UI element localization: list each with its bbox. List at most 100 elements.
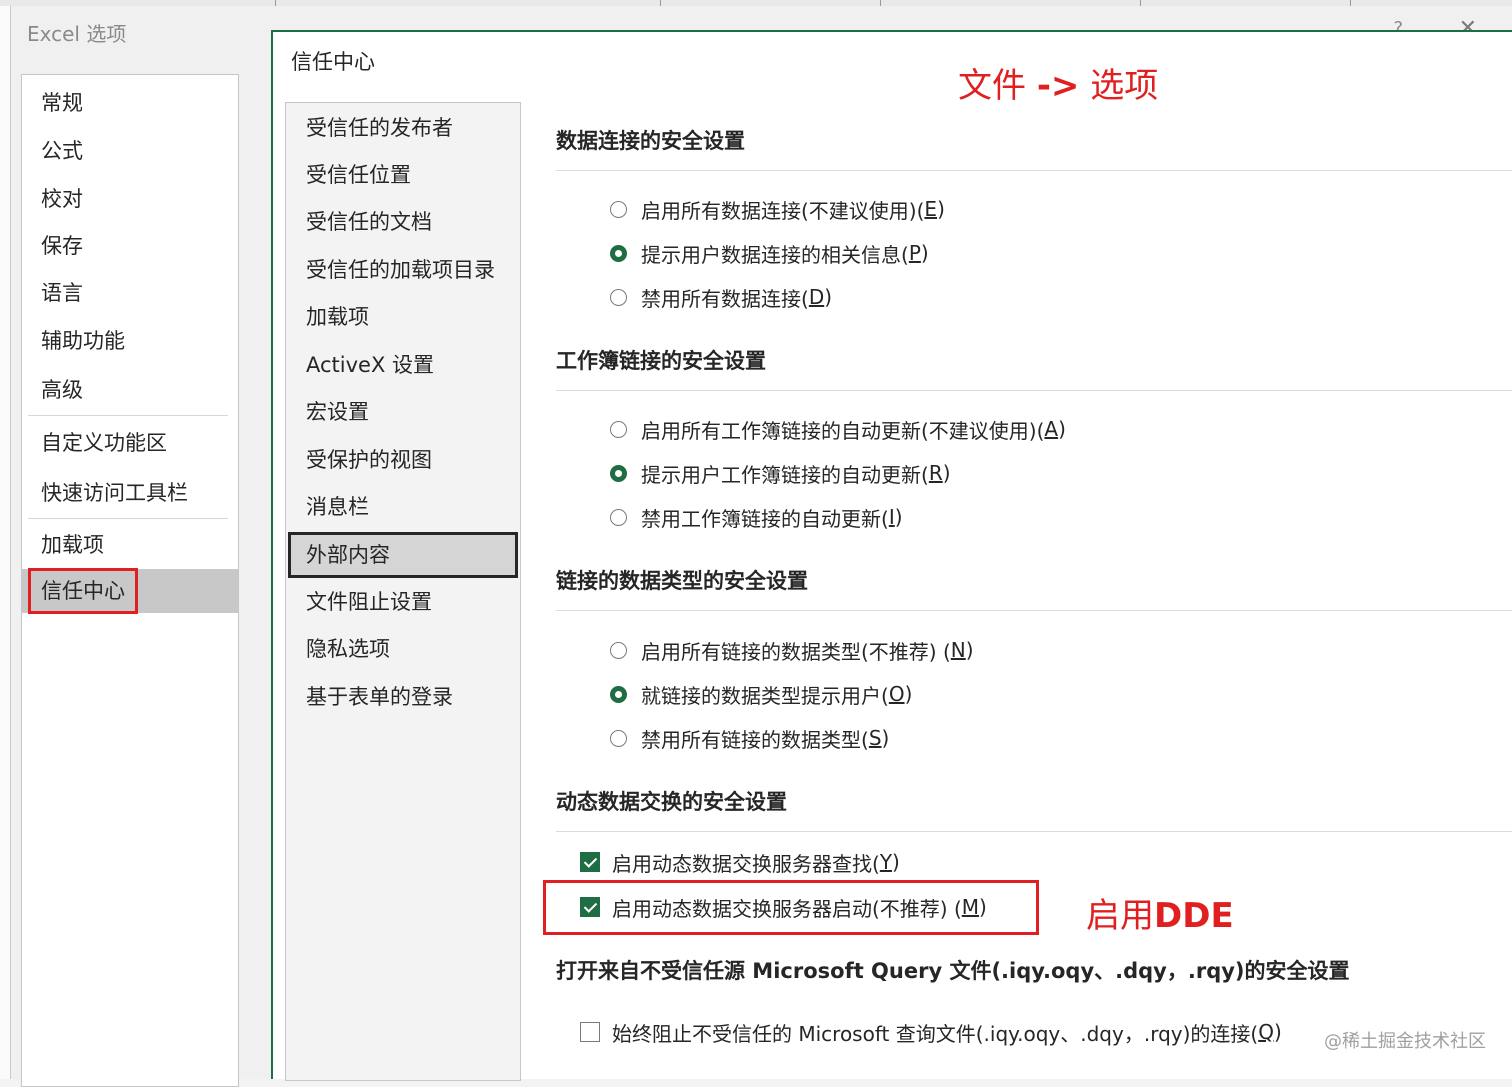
radio-icon bbox=[610, 641, 627, 659]
radio-disable-data-connections[interactable]: 禁用所有数据连接(D) bbox=[610, 282, 832, 312]
tc-item-file-block-settings[interactable]: 文件阻止设置 bbox=[286, 579, 520, 625]
radio-selected-icon bbox=[610, 244, 627, 262]
radio-disable-linked-data-types[interactable]: 禁用所有链接的数据类型(S) bbox=[610, 723, 889, 753]
section-divider bbox=[556, 170, 1512, 171]
tc-item-activex-settings[interactable]: ActiveX 设置 bbox=[286, 342, 520, 388]
option-accesskey: A bbox=[1044, 417, 1059, 441]
radio-enable-all-data-connections[interactable]: 启用所有数据连接(不建议使用)(E) bbox=[610, 194, 945, 224]
radio-enable-workbook-link-updates[interactable]: 启用所有工作簿链接的自动更新(不建议使用)(A) bbox=[610, 414, 1066, 444]
section-title-linked-data-types: 链接的数据类型的安全设置 bbox=[556, 569, 808, 593]
radio-selected-icon bbox=[610, 464, 627, 482]
section-divider bbox=[556, 390, 1512, 391]
tc-item-trusted-addin-catalogs[interactable]: 受信任的加载项目录 bbox=[286, 247, 520, 293]
annotation-file-options: 文件 -> 选项 bbox=[958, 58, 1158, 107]
options-nav: 常规 公式 校对 保存 语言 辅助功能 高级 自定义功能区 快速访问工具栏 加载… bbox=[21, 74, 239, 1087]
tc-item-trusted-locations[interactable]: 受信任位置 bbox=[286, 152, 520, 198]
option-label: 就链接的数据类型提示用户( bbox=[641, 683, 889, 708]
section-divider bbox=[556, 831, 1512, 832]
radio-icon bbox=[610, 508, 627, 526]
option-label-end: ) bbox=[881, 726, 890, 750]
section-title-ms-query: 打开来自不受信任源 Microsoft Query 文件(.iqy.oqy、.d… bbox=[556, 959, 1350, 983]
checkbox-enable-dde-lookup[interactable]: 启用动态数据交换服务器查找(Y) bbox=[580, 847, 900, 877]
nav-item-advanced[interactable]: 高级 bbox=[22, 368, 238, 412]
nav-item-accessibility[interactable]: 辅助功能 bbox=[22, 319, 238, 363]
radio-enable-linked-data-types[interactable]: 启用所有链接的数据类型(不推荐) (N) bbox=[610, 635, 974, 665]
nav-item-quick-access-toolbar[interactable]: 快速访问工具栏 bbox=[22, 471, 238, 515]
checkbox-icon bbox=[580, 1022, 600, 1042]
nav-item-general[interactable]: 常规 bbox=[22, 81, 238, 125]
section-divider bbox=[556, 610, 1512, 611]
tc-item-privacy-options[interactable]: 隐私选项 bbox=[286, 626, 520, 672]
radio-icon bbox=[610, 200, 627, 218]
tc-item-protected-view[interactable]: 受保护的视图 bbox=[286, 437, 520, 483]
window-title: Excel 选项 bbox=[27, 22, 127, 46]
radio-icon bbox=[610, 288, 627, 306]
option-label-end: ) bbox=[965, 638, 974, 662]
annotation-text: 选项 bbox=[1079, 66, 1159, 106]
option-label-end: ) bbox=[937, 197, 945, 221]
option-label-end: ) bbox=[920, 241, 929, 265]
nav-separator bbox=[28, 415, 228, 416]
checkbox-checked-icon bbox=[580, 852, 600, 872]
option-accesskey: Q bbox=[1258, 1020, 1274, 1044]
tc-item-addins[interactable]: 加载项 bbox=[286, 294, 520, 340]
nav-item-language[interactable]: 语言 bbox=[22, 271, 238, 315]
trust-center-window: 信任中心 受信任的发布者 受信任位置 受信任的文档 受信任的加载项目录 加载项 … bbox=[271, 30, 1512, 1081]
radio-icon bbox=[610, 420, 627, 438]
option-label-end: ) bbox=[824, 285, 833, 309]
option-label-end: ) bbox=[1058, 417, 1066, 441]
credit-watermark: @稀土掘金技术社区 bbox=[1324, 1031, 1486, 1052]
option-accesskey: D bbox=[808, 285, 825, 309]
checkbox-block-ms-query-files[interactable]: 始终阻止不受信任的 Microsoft 查询文件(.iqy.oqy、.dqy，.… bbox=[580, 1017, 1282, 1047]
section-title-workbook-links: 工作簿链接的安全设置 bbox=[556, 349, 766, 373]
option-accesskey: O bbox=[888, 682, 905, 706]
tc-item-message-bar[interactable]: 消息栏 bbox=[286, 484, 520, 530]
radio-prompt-linked-data-types[interactable]: 就链接的数据类型提示用户(O) bbox=[610, 679, 912, 709]
tc-item-trusted-documents[interactable]: 受信任的文档 bbox=[286, 199, 520, 245]
option-label: 提示用户工作簿链接的自动更新( bbox=[641, 462, 929, 487]
nav-item-proofing[interactable]: 校对 bbox=[22, 177, 238, 221]
option-label: 启用动态数据交换服务器查找( bbox=[612, 851, 880, 876]
option-label: 启用所有数据连接(不建议使用)( bbox=[641, 198, 925, 223]
option-accesskey: Y bbox=[879, 850, 893, 874]
annotation-text: 文件 bbox=[958, 66, 1037, 106]
option-label-end: ) bbox=[892, 850, 900, 874]
section-title-dde: 动态数据交换的安全设置 bbox=[556, 790, 787, 814]
radio-prompt-data-connections[interactable]: 提示用户数据连接的相关信息(P) bbox=[610, 238, 929, 268]
tc-item-form-based-signin[interactable]: 基于表单的登录 bbox=[286, 674, 520, 720]
option-label: 启用所有工作簿链接的自动更新(不建议使用)( bbox=[641, 418, 1045, 443]
radio-prompt-workbook-link-updates[interactable]: 提示用户工作簿链接的自动更新(R) bbox=[610, 458, 951, 488]
annotation-highlight-dde bbox=[543, 880, 1039, 935]
section-title-data-connections: 数据连接的安全设置 bbox=[556, 129, 745, 153]
option-label-end: ) bbox=[904, 682, 913, 706]
nav-separator bbox=[28, 518, 228, 519]
annotation-enable-dde: 启用DDE bbox=[1086, 888, 1234, 937]
annotation-text: 启用 bbox=[1086, 896, 1154, 936]
option-label-end: ) bbox=[894, 505, 903, 529]
option-label: 禁用工作簿链接的自动更新( bbox=[641, 506, 889, 531]
option-label: 启用所有链接的数据类型(不推荐) ( bbox=[641, 639, 951, 664]
nav-item-customize-ribbon[interactable]: 自定义功能区 bbox=[22, 421, 238, 465]
tc-item-macro-settings[interactable]: 宏设置 bbox=[286, 389, 520, 435]
tc-item-trusted-publishers[interactable]: 受信任的发布者 bbox=[286, 105, 520, 151]
radio-icon bbox=[610, 729, 627, 747]
option-label-end: ) bbox=[1273, 1020, 1282, 1044]
radio-disable-workbook-link-updates[interactable]: 禁用工作簿链接的自动更新(I) bbox=[610, 502, 903, 532]
nav-item-addins[interactable]: 加载项 bbox=[22, 523, 238, 567]
annotation-text-bold: DDE bbox=[1154, 896, 1234, 936]
nav-item-formulas[interactable]: 公式 bbox=[22, 129, 238, 173]
option-accesskey: P bbox=[908, 241, 921, 265]
trust-center-title: 信任中心 bbox=[291, 50, 375, 74]
tc-item-external-content[interactable]: 外部内容 bbox=[288, 532, 518, 578]
trust-center-nav: 受信任的发布者 受信任位置 受信任的文档 受信任的加载项目录 加载项 Activ… bbox=[285, 102, 521, 1081]
option-label: 禁用所有数据连接( bbox=[641, 286, 809, 311]
nav-item-save[interactable]: 保存 bbox=[22, 224, 238, 268]
option-accesskey: R bbox=[928, 461, 943, 485]
option-label-end: ) bbox=[942, 461, 951, 485]
annotation-highlight-trust-center bbox=[28, 568, 138, 614]
option-label: 提示用户数据连接的相关信息( bbox=[641, 242, 909, 267]
option-accesskey: E bbox=[924, 197, 938, 221]
option-accesskey: N bbox=[950, 638, 966, 662]
option-accesskey: S bbox=[868, 726, 882, 750]
option-label: 始终阻止不受信任的 Microsoft 查询文件(.iqy.oqy、.dqy，.… bbox=[612, 1021, 1259, 1046]
